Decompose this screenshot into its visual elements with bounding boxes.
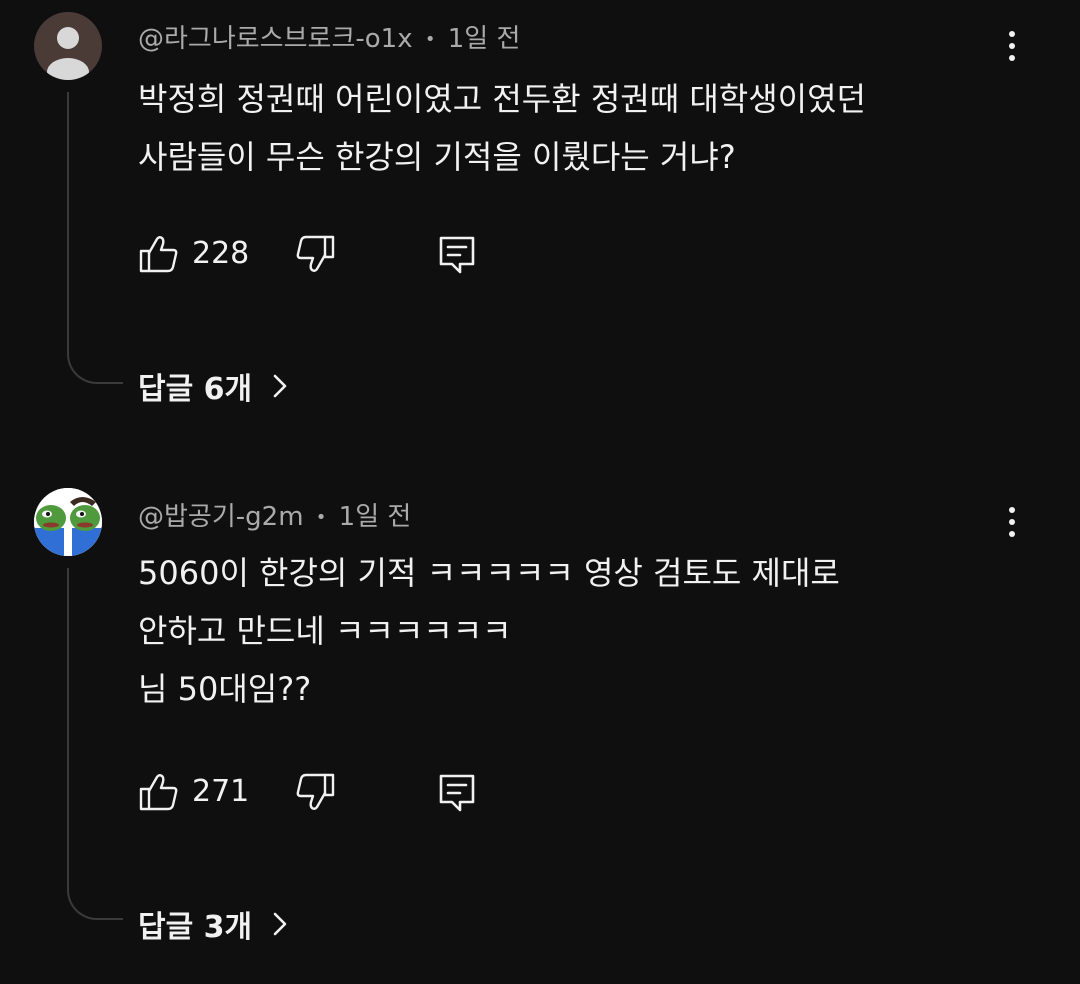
like-count: 271 [192,774,250,809]
replies-count-label: 답글 3개 [138,910,253,945]
pepe-avatar [34,488,102,556]
dislike-button[interactable] [294,768,336,816]
comment-time[interactable]: 1일 전 [339,502,412,532]
meta-separator: • [315,507,327,528]
view-replies-button[interactable]: 답글 3개 [138,902,290,946]
reply-button[interactable] [436,768,478,816]
author-avatar[interactable] [34,488,102,556]
comment-text: 5060이 한강의 기적 ㅋㅋㅋㅋㅋ 영상 검토도 제대로 안하고 만드네 ㅋㅋ… [138,544,1038,718]
more-vertical-icon [1009,507,1015,537]
author-name[interactable]: @밥공기-g2m [138,502,304,532]
thread-line [67,568,123,920]
comment-actions: 271 [138,768,498,816]
comment-2: @밥공기-g2m • 1일 전 5060이 한강의 기적 ㅋㅋㅋㅋㅋ 영상 검토… [0,0,1080,984]
comment-text-line: 안하고 만드네 ㅋㅋㅋㅋㅋㅋ [138,612,512,650]
comment-text-line: 5060이 한강의 기적 ㅋㅋㅋㅋㅋ 영상 검토도 제대로 [138,554,840,592]
thumbs-down-icon [296,773,335,810]
thumbs-up-icon [139,774,178,811]
more-actions-button[interactable] [996,498,1028,546]
chevron-right-icon [273,912,287,936]
like-button[interactable] [138,768,180,816]
comment-meta: @밥공기-g2m • 1일 전 [138,496,411,533]
comment-text-line: 님 50대임?? [138,670,312,708]
comment-reply-icon [439,774,475,812]
